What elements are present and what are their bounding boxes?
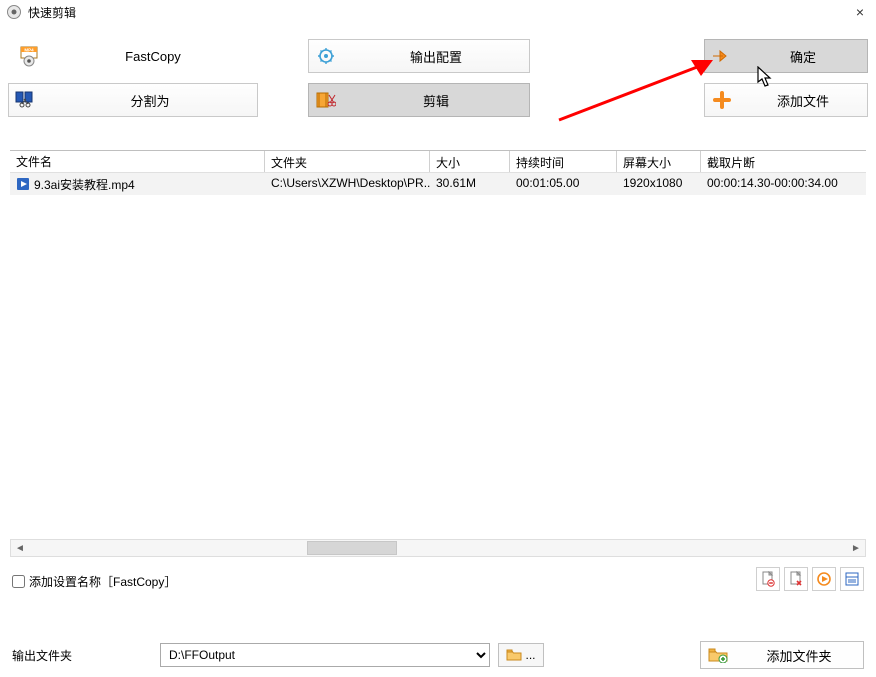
table-header: 文件名 文件夹 大小 持续时间 屏幕大小 截取片断: [10, 151, 866, 173]
horizontal-scrollbar[interactable]: ◄ ►: [10, 539, 866, 557]
play-button[interactable]: [812, 567, 836, 591]
output-config-label: 输出配置: [343, 47, 529, 66]
cell-dimensions: 1920x1080: [617, 173, 701, 195]
svg-text:MP4: MP4: [24, 48, 34, 53]
confirm-label: 确定: [739, 47, 867, 66]
output-config-button[interactable]: 输出配置: [308, 39, 530, 73]
add-settings-checkbox[interactable]: [12, 575, 25, 588]
scroll-left-icon[interactable]: ◄: [11, 540, 29, 556]
th-dimensions[interactable]: 屏幕大小: [617, 151, 701, 172]
file-table: 文件名 文件夹 大小 持续时间 屏幕大小 截取片断 9.3ai安装教程.mp4 …: [10, 150, 866, 557]
edit-button[interactable]: 剪辑: [308, 83, 530, 117]
scroll-right-icon[interactable]: ►: [847, 540, 865, 556]
cell-clip: 00:00:14.30-00:00:34.00: [701, 173, 866, 195]
close-button[interactable]: ×: [850, 4, 870, 20]
browse-dots: ...: [525, 648, 535, 662]
doc-remove-button[interactable]: [784, 567, 808, 591]
th-duration[interactable]: 持续时间: [510, 151, 617, 172]
output-folder-row: 输出文件夹 D:\FFOutput ... 添加文件夹: [12, 641, 864, 669]
split-label: 分割为: [43, 91, 257, 110]
cell-folder: C:\Users\XZWH\Desktop\PR...: [265, 173, 430, 195]
add-settings-row: 添加设置名称［FastCopy］: [12, 573, 176, 590]
window-title: 快速剪辑: [28, 4, 850, 21]
plus-icon: [705, 91, 739, 109]
th-clip[interactable]: 截取片断: [701, 151, 866, 172]
table-body: 9.3ai安装教程.mp4 C:\Users\XZWH\Desktop\PR..…: [10, 173, 866, 539]
add-file-label: 添加文件: [739, 91, 867, 110]
add-folder-label: 添加文件夹: [735, 646, 863, 665]
add-file-button[interactable]: 添加文件: [704, 83, 868, 117]
fastcopy-icon-cell: MP4 FastCopy: [8, 39, 258, 73]
confirm-button[interactable]: 确定: [704, 39, 868, 73]
table-row[interactable]: 9.3ai安装教程.mp4 C:\Users\XZWH\Desktop\PR..…: [10, 173, 866, 195]
film-scissors-icon: [309, 91, 343, 109]
arrow-right-icon: [705, 49, 739, 63]
cell-name: 9.3ai安装教程.mp4: [10, 173, 265, 195]
fastcopy-label: FastCopy: [48, 49, 258, 64]
titlebar: 快速剪辑 ×: [0, 0, 876, 24]
app-icon: [6, 4, 22, 20]
output-folder-select[interactable]: D:\FFOutput: [160, 643, 490, 667]
browse-button[interactable]: ...: [498, 643, 544, 667]
add-settings-label: 添加设置名称［FastCopy］: [29, 573, 176, 590]
cell-duration: 00:01:05.00: [510, 173, 617, 195]
properties-button[interactable]: [840, 567, 864, 591]
split-button[interactable]: 分割为: [8, 83, 258, 117]
edit-label: 剪辑: [343, 91, 529, 110]
folder-plus-icon: [701, 647, 735, 663]
cell-size: 30.61M: [430, 173, 510, 195]
scroll-thumb[interactable]: [307, 541, 397, 555]
th-folder[interactable]: 文件夹: [265, 151, 430, 172]
bottom-panel: 添加设置名称［FastCopy］ 输出文件夹 D:\FFOutput ... 添…: [10, 567, 866, 671]
th-name[interactable]: 文件名: [10, 151, 265, 172]
cell-name-text: 9.3ai安装教程.mp4: [34, 176, 135, 193]
th-size[interactable]: 大小: [430, 151, 510, 172]
output-folder-label: 输出文件夹: [12, 647, 152, 664]
gear-icon: [309, 47, 343, 65]
add-folder-button[interactable]: 添加文件夹: [700, 641, 864, 669]
small-toolbar: [756, 567, 864, 591]
mp4-icon: MP4: [14, 44, 48, 68]
scroll-track[interactable]: [29, 540, 847, 556]
video-file-icon: [16, 177, 30, 191]
doc-delete-button[interactable]: [756, 567, 780, 591]
split-icon: [9, 91, 43, 109]
folder-icon: [506, 648, 522, 662]
